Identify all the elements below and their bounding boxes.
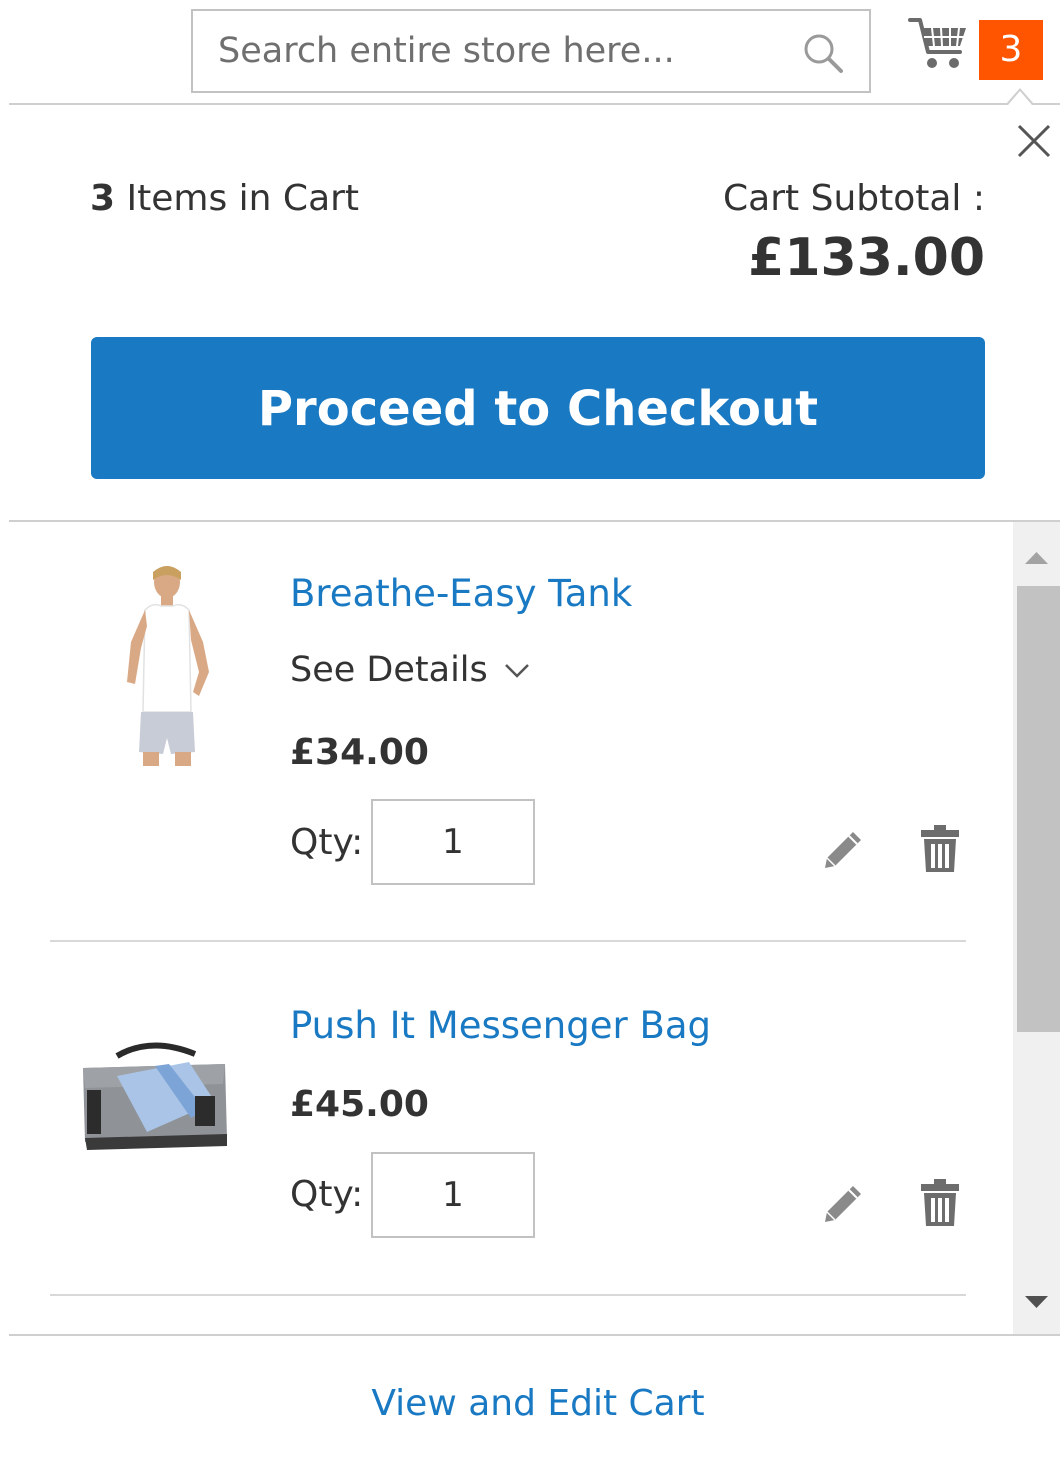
qty-label: Qty: bbox=[290, 822, 364, 863]
items-count-number: 3 bbox=[90, 178, 116, 219]
search-input[interactable] bbox=[193, 11, 793, 91]
pencil-edit-icon[interactable] bbox=[821, 1182, 865, 1226]
shopping-cart-icon[interactable] bbox=[908, 14, 970, 72]
cart-subtotal-value: £133.00 bbox=[748, 228, 985, 288]
see-details-toggle[interactable]: See Details bbox=[290, 650, 532, 690]
trash-delete-icon[interactable] bbox=[919, 1178, 961, 1228]
qty-input[interactable] bbox=[371, 799, 535, 885]
close-icon[interactable] bbox=[1016, 123, 1052, 159]
product-name-link[interactable]: Push It Messenger Bag bbox=[290, 1004, 711, 1047]
items-count-label: Items in Cart bbox=[126, 178, 360, 219]
qty-label: Qty: bbox=[290, 1174, 364, 1215]
header-divider bbox=[9, 103, 1060, 105]
search-icon[interactable] bbox=[801, 31, 845, 75]
dropdown-caret-fill bbox=[1008, 91, 1032, 105]
items-in-cart: 3 Items in Cart bbox=[90, 178, 359, 219]
items-scrollbar[interactable] bbox=[1013, 522, 1060, 1334]
proceed-to-checkout-button[interactable]: Proceed to Checkout bbox=[91, 337, 985, 479]
product-price: £45.00 bbox=[290, 1084, 429, 1125]
view-and-edit-cart-link[interactable]: View and Edit Cart bbox=[0, 1383, 1060, 1424]
scrollbar-thumb[interactable] bbox=[1017, 586, 1060, 1032]
pencil-edit-icon[interactable] bbox=[821, 828, 865, 872]
item-divider bbox=[50, 1294, 966, 1296]
see-details-label: See Details bbox=[290, 650, 488, 690]
items-bottom-divider bbox=[9, 1334, 1060, 1336]
trash-delete-icon[interactable] bbox=[919, 824, 961, 874]
product-name-link[interactable]: Breathe-Easy Tank bbox=[290, 572, 632, 615]
qty-input[interactable] bbox=[371, 1152, 535, 1238]
cart-items-list: Breathe-Easy Tank See Details £34.00 Qty… bbox=[9, 522, 1060, 1334]
cart-item: Push It Messenger Bag £45.00 Qty: bbox=[9, 942, 1009, 1294]
cart-subtotal-label: Cart Subtotal : bbox=[723, 178, 985, 219]
messenger-bag-photo bbox=[83, 1042, 227, 1150]
scroll-up-arrow-icon[interactable] bbox=[1013, 522, 1060, 582]
product-price: £34.00 bbox=[290, 732, 429, 773]
search-box bbox=[191, 9, 871, 93]
cart-item: Breathe-Easy Tank See Details £34.00 Qty… bbox=[9, 522, 1009, 942]
chevron-down-icon bbox=[504, 664, 529, 678]
cart-count-badge[interactable]: 3 bbox=[979, 20, 1043, 80]
scroll-down-arrow-icon[interactable] bbox=[1013, 1274, 1060, 1334]
tank-top-photo bbox=[127, 566, 209, 766]
